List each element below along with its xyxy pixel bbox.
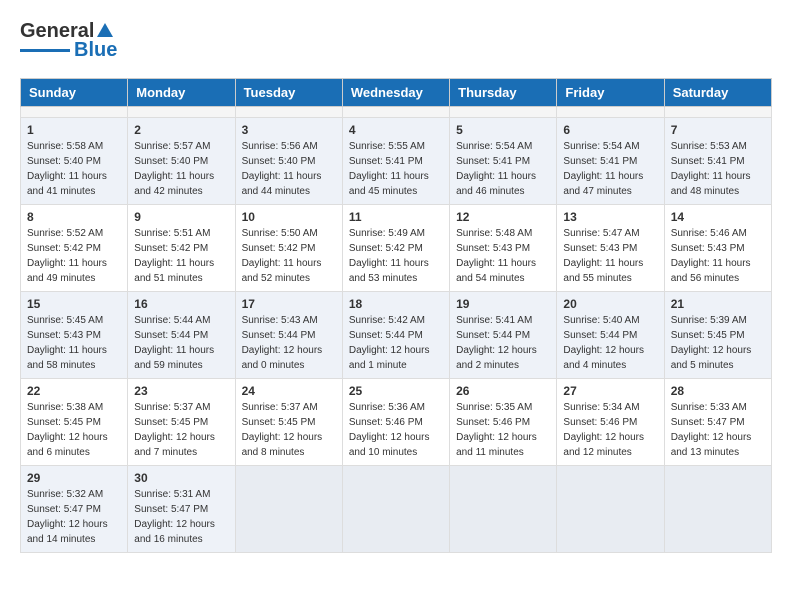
calendar-week-row: 22Sunrise: 5:38 AMSunset: 5:45 PMDayligh… bbox=[21, 379, 772, 466]
calendar-cell bbox=[128, 107, 235, 118]
page-header: General Blue bbox=[20, 20, 772, 62]
calendar-week-row: 15Sunrise: 5:45 AMSunset: 5:43 PMDayligh… bbox=[21, 292, 772, 379]
calendar-cell: 4Sunrise: 5:55 AMSunset: 5:41 PMDaylight… bbox=[342, 118, 449, 205]
calendar-cell: 10Sunrise: 5:50 AMSunset: 5:42 PMDayligh… bbox=[235, 205, 342, 292]
calendar-cell: 17Sunrise: 5:43 AMSunset: 5:44 PMDayligh… bbox=[235, 292, 342, 379]
weekday-header-wednesday: Wednesday bbox=[342, 79, 449, 107]
calendar-cell: 19Sunrise: 5:41 AMSunset: 5:44 PMDayligh… bbox=[450, 292, 557, 379]
calendar-cell: 18Sunrise: 5:42 AMSunset: 5:44 PMDayligh… bbox=[342, 292, 449, 379]
weekday-header-tuesday: Tuesday bbox=[235, 79, 342, 107]
calendar-week-row: 29Sunrise: 5:32 AMSunset: 5:47 PMDayligh… bbox=[21, 466, 772, 553]
calendar-cell bbox=[450, 466, 557, 553]
calendar-cell: 11Sunrise: 5:49 AMSunset: 5:42 PMDayligh… bbox=[342, 205, 449, 292]
calendar-cell bbox=[557, 466, 664, 553]
calendar-cell bbox=[664, 107, 771, 118]
calendar-cell: 7Sunrise: 5:53 AMSunset: 5:41 PMDaylight… bbox=[664, 118, 771, 205]
calendar-cell bbox=[342, 466, 449, 553]
calendar-cell: 25Sunrise: 5:36 AMSunset: 5:46 PMDayligh… bbox=[342, 379, 449, 466]
weekday-header-row: SundayMondayTuesdayWednesdayThursdayFrid… bbox=[21, 79, 772, 107]
calendar-cell: 2Sunrise: 5:57 AMSunset: 5:40 PMDaylight… bbox=[128, 118, 235, 205]
logo-triangle-icon bbox=[97, 23, 113, 37]
calendar-cell: 29Sunrise: 5:32 AMSunset: 5:47 PMDayligh… bbox=[21, 466, 128, 553]
calendar-cell bbox=[664, 466, 771, 553]
calendar-cell bbox=[235, 466, 342, 553]
calendar-week-row: 8Sunrise: 5:52 AMSunset: 5:42 PMDaylight… bbox=[21, 205, 772, 292]
calendar-cell bbox=[557, 107, 664, 118]
calendar-cell: 14Sunrise: 5:46 AMSunset: 5:43 PMDayligh… bbox=[664, 205, 771, 292]
logo-blue: Blue bbox=[74, 39, 117, 62]
logo-underline bbox=[20, 49, 70, 52]
calendar-cell: 28Sunrise: 5:33 AMSunset: 5:47 PMDayligh… bbox=[664, 379, 771, 466]
calendar-cell bbox=[450, 107, 557, 118]
calendar-cell: 20Sunrise: 5:40 AMSunset: 5:44 PMDayligh… bbox=[557, 292, 664, 379]
calendar-cell: 1Sunrise: 5:58 AMSunset: 5:40 PMDaylight… bbox=[21, 118, 128, 205]
calendar-cell: 22Sunrise: 5:38 AMSunset: 5:45 PMDayligh… bbox=[21, 379, 128, 466]
weekday-header-monday: Monday bbox=[128, 79, 235, 107]
calendar-cell: 12Sunrise: 5:48 AMSunset: 5:43 PMDayligh… bbox=[450, 205, 557, 292]
calendar-week-row: 1Sunrise: 5:58 AMSunset: 5:40 PMDaylight… bbox=[21, 118, 772, 205]
calendar-cell: 23Sunrise: 5:37 AMSunset: 5:45 PMDayligh… bbox=[128, 379, 235, 466]
calendar-cell bbox=[342, 107, 449, 118]
calendar-cell: 5Sunrise: 5:54 AMSunset: 5:41 PMDaylight… bbox=[450, 118, 557, 205]
calendar-cell: 8Sunrise: 5:52 AMSunset: 5:42 PMDaylight… bbox=[21, 205, 128, 292]
calendar-cell: 9Sunrise: 5:51 AMSunset: 5:42 PMDaylight… bbox=[128, 205, 235, 292]
logo: General Blue bbox=[20, 20, 117, 62]
calendar-cell: 16Sunrise: 5:44 AMSunset: 5:44 PMDayligh… bbox=[128, 292, 235, 379]
calendar-cell: 21Sunrise: 5:39 AMSunset: 5:45 PMDayligh… bbox=[664, 292, 771, 379]
weekday-header-sunday: Sunday bbox=[21, 79, 128, 107]
calendar-cell: 27Sunrise: 5:34 AMSunset: 5:46 PMDayligh… bbox=[557, 379, 664, 466]
calendar-cell: 26Sunrise: 5:35 AMSunset: 5:46 PMDayligh… bbox=[450, 379, 557, 466]
calendar-table: SundayMondayTuesdayWednesdayThursdayFrid… bbox=[20, 78, 772, 553]
weekday-header-saturday: Saturday bbox=[664, 79, 771, 107]
weekday-header-friday: Friday bbox=[557, 79, 664, 107]
calendar-cell: 6Sunrise: 5:54 AMSunset: 5:41 PMDaylight… bbox=[557, 118, 664, 205]
calendar-week-row bbox=[21, 107, 772, 118]
calendar-cell: 13Sunrise: 5:47 AMSunset: 5:43 PMDayligh… bbox=[557, 205, 664, 292]
calendar-cell: 3Sunrise: 5:56 AMSunset: 5:40 PMDaylight… bbox=[235, 118, 342, 205]
calendar-cell: 15Sunrise: 5:45 AMSunset: 5:43 PMDayligh… bbox=[21, 292, 128, 379]
calendar-cell: 30Sunrise: 5:31 AMSunset: 5:47 PMDayligh… bbox=[128, 466, 235, 553]
weekday-header-thursday: Thursday bbox=[450, 79, 557, 107]
calendar-cell bbox=[21, 107, 128, 118]
calendar-cell bbox=[235, 107, 342, 118]
calendar-cell: 24Sunrise: 5:37 AMSunset: 5:45 PMDayligh… bbox=[235, 379, 342, 466]
